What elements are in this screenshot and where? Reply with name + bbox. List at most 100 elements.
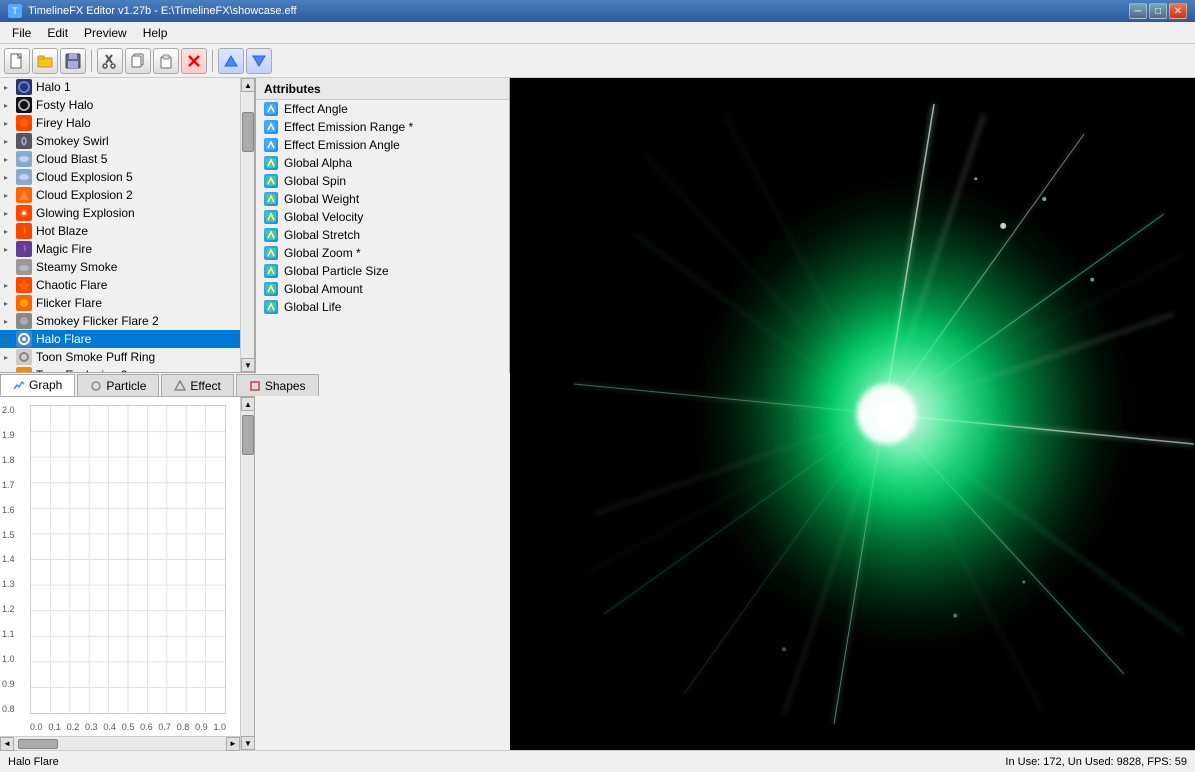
vscroll-up-arrow[interactable]: ▲	[241, 397, 255, 411]
attr-label: Global Weight	[284, 192, 359, 206]
attr-item-effect-angle[interactable]: Effect Angle	[256, 100, 509, 118]
move-down-button[interactable]	[246, 48, 272, 74]
effect-item-chaotic-flare[interactable]: ▸ Chaotic Flare	[0, 276, 240, 294]
effect-item-smokey-flicker[interactable]: ▸ Smokey Flicker Flare 2	[0, 312, 240, 330]
effect-icon	[16, 223, 32, 239]
copy-button[interactable]	[125, 48, 151, 74]
effect-label: Hot Blaze	[36, 224, 88, 238]
expand-arrow: ▸	[4, 281, 12, 290]
menu-help[interactable]: Help	[135, 24, 176, 42]
attr-item-global-weight[interactable]: Global Weight	[256, 190, 509, 208]
new-button[interactable]	[4, 48, 30, 74]
effect-item-cloud-exp5[interactable]: ▸ Cloud Explosion 5	[0, 168, 240, 186]
effect-list-scrollbar[interactable]: ▲ ▼	[240, 78, 254, 372]
hscroll-left-arrow[interactable]: ◄	[0, 737, 14, 751]
toolbar-sep-2	[212, 50, 213, 72]
expand-arrow: ▸	[4, 209, 12, 218]
tab-effect[interactable]: Effect	[161, 374, 233, 396]
titlebar-left: T TimelineFX Editor v1.27b - E:\Timeline…	[8, 4, 297, 18]
expand-arrow: ▸	[4, 137, 12, 146]
hscroll-thumb[interactable]	[18, 739, 58, 749]
y-label-17: 1.7	[2, 480, 28, 490]
save-button[interactable]	[60, 48, 86, 74]
attr-item-global-life[interactable]: Global Life	[256, 298, 509, 316]
effect-icon	[16, 349, 32, 365]
y-label-10: 1.0	[2, 654, 28, 664]
effect-icon	[16, 331, 32, 347]
attr-item-effect-emission-angle[interactable]: Effect Emission Angle	[256, 136, 509, 154]
effect-item-cloud-exp2[interactable]: ▸ Cloud Explosion 2	[0, 186, 240, 204]
attr-icon	[264, 210, 278, 224]
effect-item-steamy-smoke[interactable]: Steamy Smoke	[0, 258, 240, 276]
menu-file[interactable]: File	[4, 24, 39, 42]
toolbar	[0, 44, 1195, 78]
titlebar-controls[interactable]: ─ □ ✕	[1129, 3, 1187, 19]
hscroll-right-arrow[interactable]: ►	[226, 737, 240, 751]
scroll-thumb[interactable]	[242, 112, 254, 152]
y-label-13: 1.3	[2, 579, 28, 589]
attr-item-global-stretch[interactable]: Global Stretch	[256, 226, 509, 244]
effect-item-toon-smoke[interactable]: ▸ Toon Smoke Puff Ring	[0, 348, 240, 366]
close-button[interactable]: ✕	[1169, 3, 1187, 19]
attr-label: Global Zoom *	[284, 246, 361, 260]
effect-item-smokey-swirl[interactable]: ▸ Smokey Swirl	[0, 132, 240, 150]
scroll-up-arrow[interactable]: ▲	[241, 78, 254, 92]
effect-label: Toon Smoke Puff Ring	[36, 350, 155, 364]
effect-item-halo1[interactable]: ▸ Halo 1	[0, 78, 240, 96]
menu-preview[interactable]: Preview	[76, 24, 135, 42]
minimize-button[interactable]: ─	[1129, 3, 1147, 19]
move-up-button[interactable]	[218, 48, 244, 74]
effect-item-fosty[interactable]: ▸ Fosty Halo	[0, 96, 240, 114]
delete-button[interactable]	[181, 48, 207, 74]
scroll-track[interactable]	[241, 92, 254, 358]
attr-icon	[264, 228, 278, 242]
graph-hscrollbar[interactable]: ◄ ►	[0, 736, 240, 750]
vscroll-down-arrow[interactable]: ▼	[241, 736, 255, 750]
effect-item-toon-exp2[interactable]: ▸ Toon Explosion 2	[0, 366, 240, 372]
cut-button[interactable]	[97, 48, 123, 74]
expand-arrow: ▸	[4, 191, 12, 200]
tab-particle[interactable]: Particle	[77, 374, 159, 396]
attr-item-global-velocity[interactable]: Global Velocity	[256, 208, 509, 226]
expand-arrow: ▸	[4, 119, 12, 128]
attr-item-global-spin[interactable]: Global Spin	[256, 172, 509, 190]
vscroll-track[interactable]	[241, 411, 254, 736]
graph-vscrollbar[interactable]: ▲ ▼	[240, 397, 254, 750]
expand-arrow: ▸	[4, 173, 12, 182]
effect-label: Steamy Smoke	[36, 260, 117, 274]
paste-button[interactable]	[153, 48, 179, 74]
effect-item-halo-flare[interactable]: ▸ Halo Flare	[0, 330, 240, 348]
attr-item-global-zoom[interactable]: Global Zoom *	[256, 244, 509, 262]
attr-item-global-alpha[interactable]: Global Alpha	[256, 154, 509, 172]
effect-item-firey[interactable]: ▸ Firey Halo	[0, 114, 240, 132]
x-label-01: 0.1	[48, 722, 61, 732]
shapes-tab-icon	[249, 380, 261, 392]
maximize-button[interactable]: □	[1149, 3, 1167, 19]
effect-item-magic-fire[interactable]: ▸ Magic Fire	[0, 240, 240, 258]
effect-label: Toon Explosion 2	[36, 368, 127, 372]
attr-label: Global Stretch	[284, 228, 360, 242]
tab-graph[interactable]: Graph	[0, 374, 75, 396]
effect-label: Chaotic Flare	[36, 278, 107, 292]
effect-icon	[16, 277, 32, 293]
attr-item-global-amount[interactable]: Global Amount	[256, 280, 509, 298]
scroll-down-arrow[interactable]: ▼	[241, 358, 254, 372]
attr-item-effect-emission-range[interactable]: Effect Emission Range *	[256, 118, 509, 136]
effect-item-glowing-exp[interactable]: ▸ Glowing Explosion	[0, 204, 240, 222]
tab-shapes[interactable]: Shapes	[236, 374, 319, 396]
expand-arrow: ▸	[4, 371, 12, 373]
vscroll-thumb[interactable]	[242, 415, 254, 455]
effect-icon	[16, 313, 32, 329]
attr-item-global-particle-size[interactable]: Global Particle Size	[256, 262, 509, 280]
effect-list-container: ▸ Halo 1 ▸ Fosty Halo ▸ Firey Halo ▸	[0, 78, 254, 373]
attr-label: Global Velocity	[284, 210, 363, 224]
effect-item-flicker-flare[interactable]: ▸ Flicker Flare	[0, 294, 240, 312]
expand-arrow: ▸	[4, 299, 12, 308]
menu-edit[interactable]: Edit	[39, 24, 76, 42]
open-button[interactable]	[32, 48, 58, 74]
x-label-05: 0.5	[122, 722, 135, 732]
effect-item-cloud5[interactable]: ▸ Cloud Blast 5	[0, 150, 240, 168]
hscroll-track[interactable]	[14, 738, 226, 750]
x-label-08: 0.8	[177, 722, 190, 732]
effect-item-hot-blaze[interactable]: ▸ Hot Blaze	[0, 222, 240, 240]
